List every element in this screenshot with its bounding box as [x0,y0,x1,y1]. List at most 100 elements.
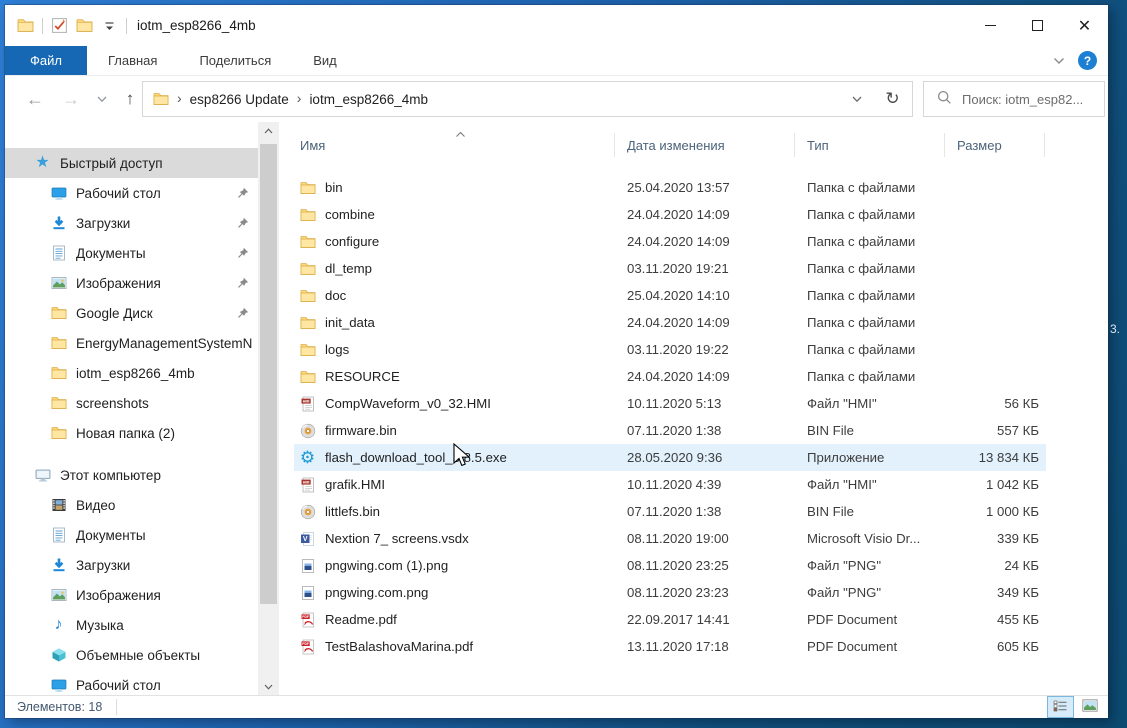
file-row[interactable]: HMICompWaveform_v0_32.HMI10.11.2020 5:13… [294,390,1046,417]
file-name: doc [325,288,346,303]
sidebar-item[interactable]: Изображения [5,268,258,298]
refresh-button[interactable]: ↻ [873,81,913,117]
close-button[interactable]: ✕ [1061,5,1108,46]
address-dropdown-button[interactable] [841,82,873,116]
sidebar-item[interactable]: Документы [5,520,258,550]
file-row[interactable]: VNextion 7_ screens.vsdx08.11.2020 19:00… [294,525,1046,552]
file-type: Папка с файлами [795,180,945,195]
breadcrumb-segment[interactable]: iotm_esp8266_4mb [309,92,428,107]
sidebar-item[interactable]: EnergyManagementSystemN [5,328,258,358]
file-row[interactable]: combine24.04.2020 14:09Папка с файлами [294,201,1046,228]
new-folder-icon[interactable] [76,17,93,34]
sidebar-item[interactable]: Видео [5,490,258,520]
sidebar-item[interactable]: Рабочий стол [5,670,258,695]
file-date: 08.11.2020 19:00 [615,531,795,546]
file-row[interactable]: init_data24.04.2020 14:09Папка с файлами [294,309,1046,336]
pin-icon [237,277,249,289]
sidebar-item[interactable]: Google Диск [5,298,258,328]
forward-button[interactable]: → [55,76,87,122]
file-size: 56 КБ [945,396,1045,411]
folder-icon [50,365,67,382]
file-date: 25.04.2020 14:10 [615,288,795,303]
file-row[interactable]: doc25.04.2020 14:10Папка с файлами [294,282,1046,309]
divider [42,18,43,34]
sidebar-item[interactable]: ♪Музыка [5,610,258,640]
tab-file[interactable]: Файл [5,46,87,75]
tab-view[interactable]: Вид [292,46,358,75]
video-icon [50,497,67,514]
column-header-size[interactable]: Размер [945,133,1045,157]
quick-access-toolbar [17,17,127,34]
sidebar-item[interactable]: Загрузки [5,550,258,580]
sidebar-item[interactable]: screenshots [5,388,258,418]
file-row[interactable]: littlefs.bin07.11.2020 1:38BIN File1 000… [294,498,1046,525]
ribbon-collapse-chevron-icon[interactable] [1053,52,1065,70]
sidebar-item[interactable]: Загрузки [5,208,258,238]
file-name: Nextion 7_ screens.vsdx [325,531,469,546]
scroll-up-icon[interactable] [258,122,279,139]
address-bar[interactable]: › esp8266 Update › iotm_esp8266_4mb [142,81,874,117]
tab-share[interactable]: Поделиться [178,46,292,75]
file-row[interactable]: dl_temp03.11.2020 19:21Папка с файлами [294,255,1046,282]
minimize-button[interactable] [967,5,1014,46]
window-controls: ✕ [967,5,1108,46]
thumbnails-view-button[interactable] [1077,697,1102,717]
disc-file-icon [299,422,316,439]
back-button[interactable]: ← [19,76,51,122]
scroll-down-icon[interactable] [258,678,279,695]
file-row[interactable]: PDFReadme.pdf22.09.2017 14:41PDF Documen… [294,606,1046,633]
qat-dropdown-icon[interactable] [101,17,118,34]
sidebar-item[interactable]: iotm_esp8266_4mb [5,358,258,388]
file-row[interactable]: bin25.04.2020 13:57Папка с файлами [294,174,1046,201]
sidebar-item[interactable]: Рабочий стол [5,178,258,208]
titlebar[interactable]: iotm_esp8266_4mb ✕ [5,5,1108,46]
file-row[interactable]: firmware.bin07.11.2020 1:38BIN File557 К… [294,417,1046,444]
sidebar-item-label: Google Диск [76,306,153,321]
file-row[interactable]: logs03.11.2020 19:22Папка с файлами [294,336,1046,363]
file-name: flash_download_tool_3.8.5.exe [325,450,507,465]
close-icon: ✕ [1078,16,1091,36]
file-row[interactable]: HMIgrafik.HMI10.11.2020 4:39Файл "HMI"1 … [294,471,1046,498]
downloads-icon [50,215,67,232]
file-size: 349 КБ [945,585,1045,600]
file-type: Папка с файлами [795,369,945,384]
file-row[interactable]: ⚙flash_download_tool_3.8.5.exe28.05.2020… [294,444,1046,471]
search-box[interactable]: Поиск: iotm_esp82... [923,81,1105,117]
star-icon: ★ [34,155,51,172]
file-date: 10.11.2020 4:39 [615,477,795,492]
history-dropdown-button[interactable] [91,76,113,122]
file-date: 22.09.2017 14:41 [615,612,795,627]
sidebar-item-label: EnergyManagementSystemN [76,336,252,351]
file-size: 1 042 КБ [945,477,1045,492]
scrollbar-thumb[interactable] [260,144,277,604]
sidebar-item[interactable]: Документы [5,238,258,268]
column-header-date[interactable]: Дата изменения [615,133,795,157]
file-rows: bin25.04.2020 13:57Папка с файламиcombin… [279,174,1108,660]
file-row[interactable]: PDFTestBalashovaMarina.pdf13.11.2020 17:… [294,633,1046,660]
sidebar-item[interactable]: Новая папка (2) [5,418,258,448]
ribbon-tab-bar: Файл Главная Поделиться Вид ? [5,46,1108,76]
sidebar-section-header[interactable]: ★Быстрый доступ [5,148,258,178]
column-header-type[interactable]: Тип [795,133,945,157]
sidebar-scrollbar[interactable] [258,122,279,695]
sort-ascending-icon[interactable] [455,125,466,143]
checkmark-icon[interactable] [51,17,68,34]
file-row[interactable]: pngwing.com (1).png08.11.2020 23:25Файл … [294,552,1046,579]
divider [126,18,127,34]
up-button[interactable]: ↑ [115,76,145,122]
divider [116,699,117,715]
tab-home[interactable]: Главная [87,46,178,75]
help-button[interactable]: ? [1078,51,1097,70]
details-view-button[interactable] [1048,697,1073,717]
sidebar-item-label: Объемные объекты [76,648,200,663]
file-row[interactable]: configure24.04.2020 14:09Папка с файлами [294,228,1046,255]
sidebar-item[interactable]: Изображения [5,580,258,610]
breadcrumb-segment[interactable]: esp8266 Update [190,92,289,107]
sidebar-item[interactable]: Объемные объекты [5,640,258,670]
maximize-button[interactable] [1014,5,1061,46]
sidebar-section-header[interactable]: Этот компьютер [5,460,258,490]
navigation-toolbar: ← → ↑ › esp8266 Update › iotm_esp8266_4m… [5,76,1108,122]
file-row[interactable]: pngwing.com.png08.11.2020 23:23Файл "PNG… [294,579,1046,606]
sidebar-item-label: Изображения [76,276,161,291]
file-row[interactable]: RESOURCE24.04.2020 14:09Папка с файлами [294,363,1046,390]
